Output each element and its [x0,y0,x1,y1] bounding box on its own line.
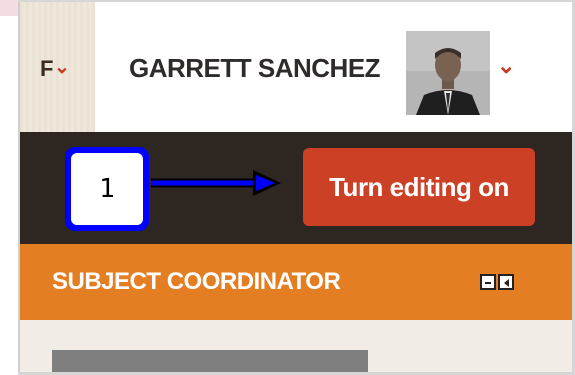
block-title: SUBJECT COORDINATOR [52,268,341,295]
avatar[interactable] [406,31,490,115]
minimize-icon[interactable] [480,274,496,290]
block-header: SUBJECT COORDINATOR [20,244,572,336]
dock-icon[interactable] [498,274,514,290]
block-content [20,320,572,372]
step-callout: 1 [65,147,149,231]
turn-editing-on-button[interactable]: Turn editing on [303,148,535,226]
chevron-down-icon[interactable]: ⌄ [54,56,70,79]
left-margin [0,0,18,375]
nav-menu-partial-label: F [40,56,54,81]
corner-accent [0,0,18,16]
content-image [52,350,368,372]
step-callout-number: 1 [71,153,143,225]
avatar-photo [406,31,490,115]
user-menu[interactable]: GARRETT SANCHEZ ⌄ [95,2,572,132]
block-controls [480,274,514,290]
user-name[interactable]: GARRETT SANCHEZ [129,53,381,84]
nav-menu-partial[interactable]: F ⌄ [20,2,95,132]
arrow-right-icon [151,170,281,196]
chevron-down-icon[interactable]: ⌄ [497,53,515,79]
